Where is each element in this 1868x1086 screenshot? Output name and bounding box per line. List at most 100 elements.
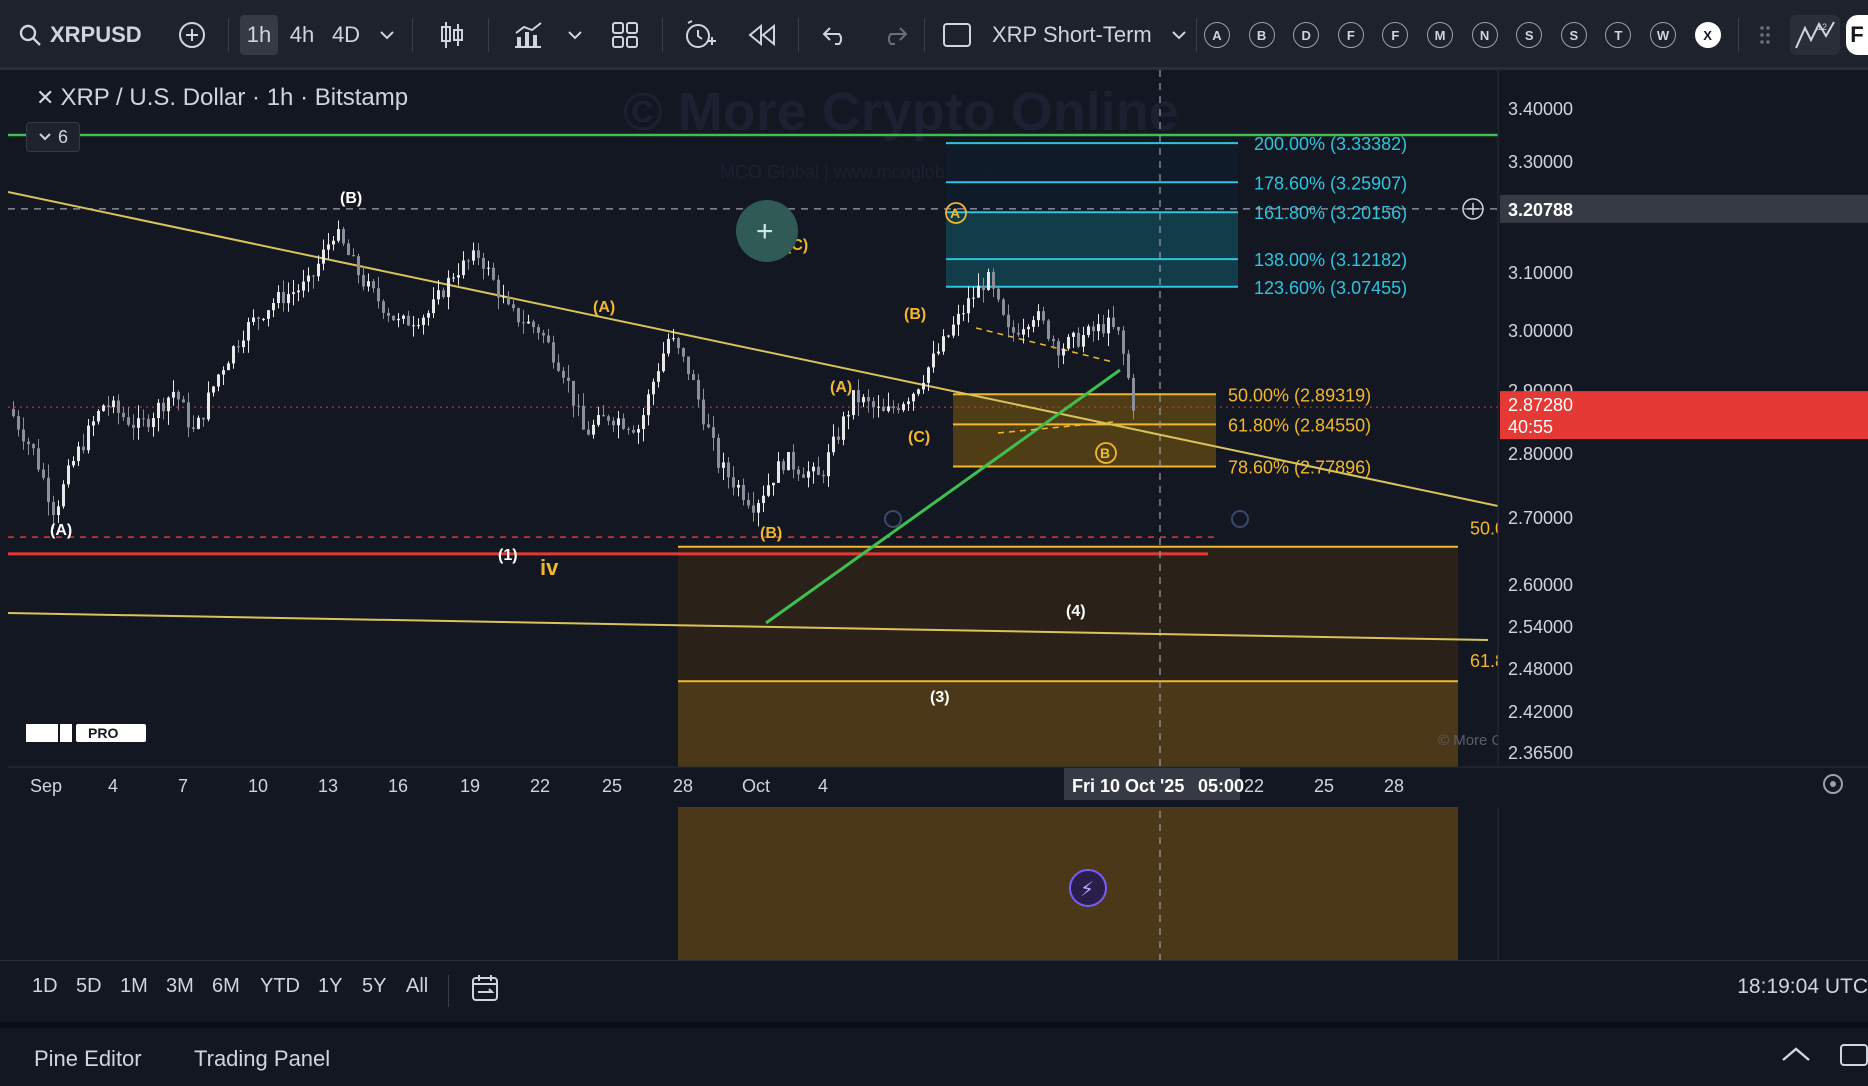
- candle-body: [867, 397, 870, 402]
- bottom-panel-bar: Pine Editor Trading Panel: [0, 1022, 1868, 1086]
- undo-button[interactable]: [816, 15, 854, 55]
- candle-body: [937, 351, 940, 354]
- interval-4h[interactable]: 4h: [284, 15, 320, 55]
- expand-panel-button[interactable]: [1780, 1044, 1812, 1069]
- candle-body: [802, 474, 805, 478]
- candle-body: [732, 477, 735, 488]
- layout-dropdown[interactable]: [1166, 15, 1192, 55]
- shortcut-s-button[interactable]: S: [1516, 22, 1543, 48]
- shortcut-d-button[interactable]: D: [1293, 22, 1320, 48]
- candle-body: [672, 338, 675, 340]
- range-6m-button[interactable]: 6M: [212, 975, 240, 998]
- candle-body: [1117, 326, 1120, 331]
- candle-body: [182, 399, 185, 403]
- indicators-button[interactable]: [508, 15, 548, 55]
- range-1m-button[interactable]: 1M: [120, 975, 148, 998]
- indicator-count: 6: [57, 126, 68, 147]
- candle-body: [422, 317, 425, 326]
- candle-body: [47, 477, 50, 502]
- chart-pane[interactable]: © More Crypto Online MCO Global | www.mco…: [8, 70, 1868, 960]
- range-all-button[interactable]: All: [406, 975, 428, 998]
- settings-gear-icon-center: [1830, 781, 1836, 787]
- range-1y-button[interactable]: 1Y: [318, 975, 342, 998]
- candle-body: [302, 281, 305, 291]
- alert-button[interactable]: [680, 15, 720, 55]
- replay-button[interactable]: [744, 15, 780, 55]
- wave-label: (B): [340, 190, 362, 207]
- candle-body: [837, 436, 840, 440]
- candle-body: [1082, 335, 1085, 347]
- tab-trading-panel[interactable]: Trading Panel: [194, 1046, 330, 1072]
- shortcut-m-button[interactable]: M: [1427, 22, 1453, 48]
- lightning-glyph: ⚡: [1080, 877, 1094, 901]
- candle-body: [667, 338, 670, 354]
- svg-text:12: 12: [1817, 22, 1827, 32]
- candle-body: [547, 335, 550, 343]
- fib-cyan-label: 161.80% (3.20156): [1254, 203, 1407, 223]
- indicator-collapse-button[interactable]: 6: [26, 122, 80, 152]
- candle-body: [922, 382, 925, 390]
- range-5y-button[interactable]: 5Y: [362, 975, 386, 998]
- shortcut-f-button[interactable]: F: [1382, 22, 1409, 48]
- indicators-dropdown[interactable]: [562, 15, 588, 55]
- shortcut-b-button[interactable]: B: [1248, 22, 1275, 48]
- candle-body: [207, 392, 210, 420]
- chart-canvas[interactable]: © More Crypto OnlineMCO Global | www.mco…: [8, 70, 1868, 960]
- candle-body: [452, 277, 455, 279]
- wave-label: (C): [908, 429, 930, 446]
- candle-body: [462, 260, 465, 276]
- shortcut-w-button[interactable]: W: [1650, 22, 1676, 48]
- layout-name[interactable]: XRP Short-Term: [992, 15, 1182, 55]
- interval-dropdown[interactable]: [374, 15, 400, 55]
- symbol-search[interactable]: XRPUSD: [18, 15, 148, 55]
- interval-4D[interactable]: 4D: [326, 15, 366, 55]
- candle-body: [687, 356, 690, 375]
- candle-body: [32, 444, 35, 449]
- profile-button-partial[interactable]: F: [1846, 15, 1868, 55]
- range-1d-button[interactable]: 1D: [32, 975, 58, 998]
- drag-handle[interactable]: [1752, 15, 1778, 55]
- candle-body: [1102, 324, 1105, 334]
- goto-date-button[interactable]: [470, 973, 502, 1010]
- candle-body: [457, 275, 460, 278]
- candle-body: [427, 313, 430, 318]
- shortcut-f-button[interactable]: F: [1337, 22, 1364, 48]
- maximize-panel-button[interactable]: [1838, 1042, 1868, 1073]
- candle-body: [727, 462, 730, 478]
- close-icon[interactable]: ✕: [36, 85, 54, 110]
- layouts-button[interactable]: [606, 15, 644, 55]
- interval-1h[interactable]: 1h: [240, 15, 278, 55]
- candle-body: [442, 290, 445, 298]
- candle-body: [132, 424, 135, 428]
- candle-body: [607, 416, 610, 421]
- shortcut-s-button[interactable]: S: [1560, 22, 1587, 48]
- range-ytd-button[interactable]: YTD: [260, 975, 300, 998]
- candle-body: [1087, 326, 1090, 336]
- add-symbol-button[interactable]: [174, 15, 210, 55]
- shortcut-n-button[interactable]: N: [1471, 22, 1498, 48]
- range-3m-button[interactable]: 3M: [166, 975, 194, 998]
- chart-type-button[interactable]: [432, 15, 472, 55]
- candle-body: [67, 465, 70, 485]
- candle-body: [957, 313, 960, 325]
- candle-body: [682, 348, 685, 357]
- range-5d-button[interactable]: 5D: [76, 975, 102, 998]
- time-tick-label: 25: [602, 776, 622, 796]
- drawing-tool-button[interactable]: 12: [1790, 15, 1840, 55]
- layout-checkbox[interactable]: [940, 15, 974, 55]
- candle-body: [367, 281, 370, 287]
- candle-body: [477, 250, 480, 258]
- tab-pine-editor[interactable]: Pine Editor: [34, 1046, 142, 1072]
- candle-body: [487, 267, 490, 269]
- shortcut-t-button[interactable]: T: [1605, 22, 1632, 48]
- candle-body: [512, 304, 515, 309]
- wave-label: (A): [830, 379, 852, 396]
- redo-button[interactable]: [876, 15, 914, 55]
- time-tick-label: 13: [318, 776, 338, 796]
- candle-body: [537, 327, 540, 333]
- shortcut-a-button[interactable]: A: [1204, 22, 1230, 48]
- fib-cyan-label: 178.60% (3.25907): [1254, 173, 1407, 193]
- shortcut-x-button[interactable]: X: [1694, 22, 1721, 48]
- utc-clock[interactable]: 18:19:04 UTC: [1737, 975, 1868, 999]
- candle-body: [707, 424, 710, 428]
